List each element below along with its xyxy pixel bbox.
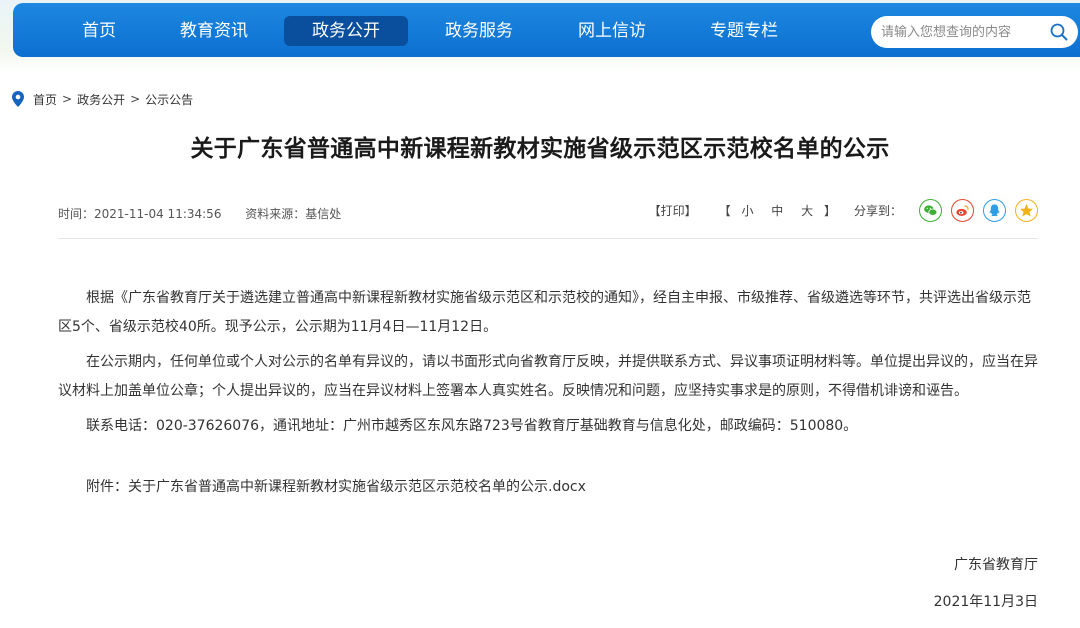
- font-small-button[interactable]: 小: [741, 204, 753, 218]
- breadcrumb-separator: >: [62, 92, 73, 106]
- share-qq-button[interactable]: [983, 199, 1006, 222]
- paragraph: 根据《广东省教育厅关于遴选建立普通高中新课程新教材实施省级示范区和示范校的通知》…: [58, 290, 1031, 335]
- main-nav: 首页 教育资讯 政务公开 政务服务 网上信访 专题专栏: [13, 3, 1080, 57]
- font-size-controls: 【 小 中 大 】: [719, 202, 836, 219]
- nav-item-news[interactable]: 教育资讯: [179, 16, 249, 46]
- search-box: [871, 16, 1078, 48]
- font-bracket-open: 【: [718, 204, 731, 218]
- article-source: 资料来源：基信处: [245, 207, 342, 221]
- article-body: 根据《广东省教育厅关于遴选建立普通高中新课程新教材实施省级示范区和示范校的通知》…: [58, 284, 1038, 508]
- nav-item-services[interactable]: 政务服务: [438, 16, 520, 46]
- breadcrumb: 首页 > 政务公开 > 公示公告: [12, 91, 193, 107]
- font-bracket-close: 】: [823, 204, 836, 218]
- wechat-icon: [924, 205, 938, 216]
- weibo-icon: [956, 205, 969, 216]
- font-large-button[interactable]: 大: [801, 204, 813, 218]
- signature: 广东省教育厅: [954, 557, 1038, 573]
- print-button[interactable]: 【打印】: [649, 202, 697, 219]
- search-input[interactable]: [881, 22, 1041, 42]
- signature-date: 2021年11月3日: [933, 594, 1038, 610]
- nav-item-home[interactable]: 首页: [71, 16, 127, 46]
- publish-time: 时间：2021-11-04 11:34:56: [58, 207, 222, 221]
- share-qzone-button[interactable]: [1015, 199, 1038, 222]
- location-pin-icon: [12, 91, 24, 107]
- paragraph: 联系电话：020-37626076，通讯地址：广州市越秀区东风东路723号省教育…: [86, 418, 858, 434]
- share-weibo-button[interactable]: [951, 199, 974, 222]
- meta-divider: [58, 238, 1038, 239]
- nav-item-topics[interactable]: 专题专栏: [703, 16, 785, 46]
- qzone-icon: [1019, 204, 1034, 217]
- share-wechat-button[interactable]: [919, 199, 942, 222]
- paragraph: 在公示期内，任何单位或个人对公示的名单有异议的，请以书面形式向省教育厅反映，并提…: [58, 354, 1038, 399]
- share-label: 分享到：: [853, 204, 902, 218]
- font-medium-button[interactable]: 中: [771, 204, 783, 218]
- breadcrumb-gov-info[interactable]: 政务公开: [77, 91, 125, 108]
- qq-icon: [989, 204, 1000, 217]
- breadcrumb-separator: >: [130, 92, 141, 106]
- breadcrumb-home[interactable]: 首页: [33, 91, 57, 108]
- nav-item-gov-info[interactable]: 政务公开: [284, 16, 408, 46]
- breadcrumb-announcements[interactable]: 公示公告: [145, 91, 193, 108]
- nav-item-petition[interactable]: 网上信访: [571, 16, 653, 46]
- article-title: 关于广东省普通高中新课程新教材实施省级示范区示范校名单的公示: [190, 136, 890, 162]
- attachment-link[interactable]: 附件：关于广东省普通高中新课程新教材实施省级示范区示范校名单的公示.docx: [58, 473, 1038, 502]
- article-meta: 时间：2021-11-04 11:34:56 资料来源：基信处 【打印】 【 小…: [58, 199, 1038, 222]
- search-icon[interactable]: [1049, 22, 1069, 42]
